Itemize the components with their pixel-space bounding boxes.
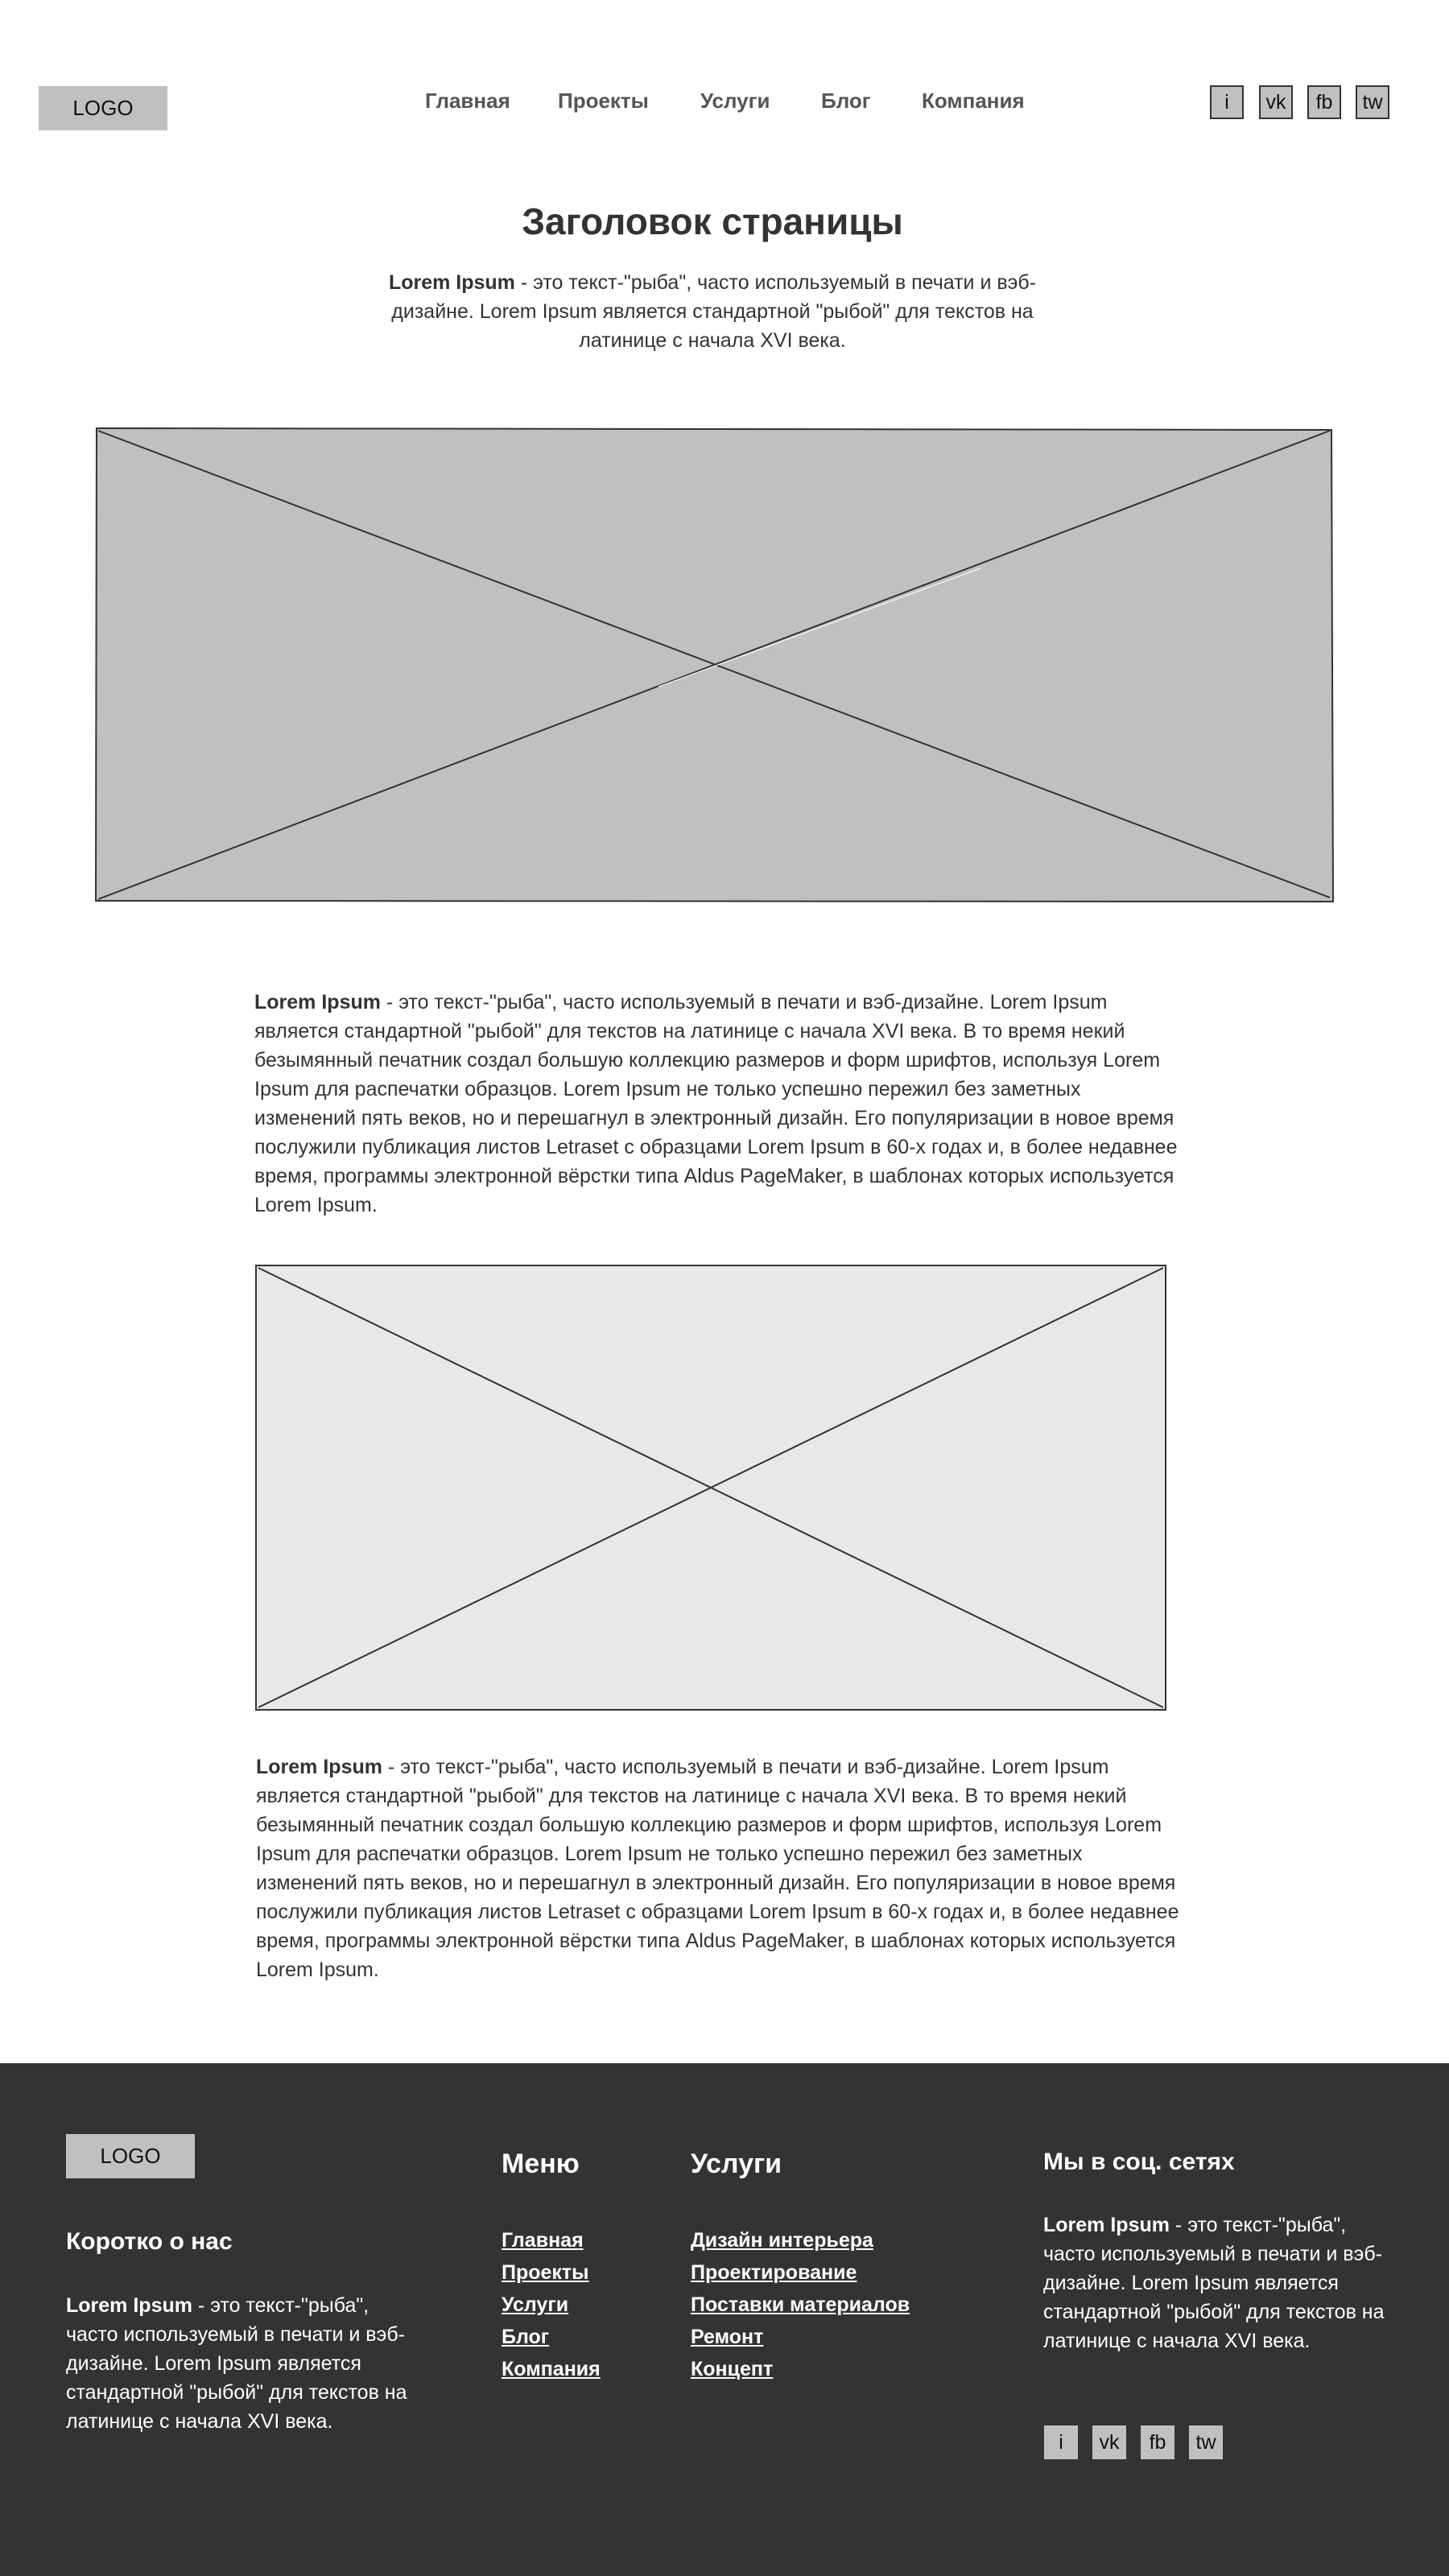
twitter-icon[interactable]: tw xyxy=(1356,85,1389,119)
about-text: Lorem Ipsum - это текст-"рыба", часто ис… xyxy=(66,2291,420,2436)
content-image-placeholder xyxy=(255,1265,1166,1711)
social-bold: Lorem Ipsum xyxy=(1043,2214,1170,2236)
para1-bold: Lorem Ipsum xyxy=(254,991,381,1013)
about-bold: Lorem Ipsum xyxy=(66,2294,192,2317)
footer-vk-icon[interactable]: vk xyxy=(1092,2425,1126,2459)
about-title: Коротко о нас xyxy=(66,2228,233,2255)
facebook-icon[interactable]: fb xyxy=(1307,85,1341,119)
footer-link-home[interactable]: Главная xyxy=(502,2229,584,2252)
intro-bold: Lorem Ipsum xyxy=(388,271,515,294)
footer-twitter-icon[interactable]: tw xyxy=(1189,2425,1223,2459)
footer-link-interior-design[interactable]: Дизайн интерьера xyxy=(691,2229,873,2252)
vk-icon[interactable]: vk xyxy=(1259,85,1293,119)
menu-title: Меню xyxy=(502,2149,580,2179)
article-paragraph-1: Lorem Ipsum - это текст-"рыба", часто ис… xyxy=(254,988,1180,1220)
footer-link-company[interactable]: Компания xyxy=(502,2358,601,2381)
footer-instagram-icon[interactable]: i xyxy=(1044,2425,1078,2459)
nav-item-home[interactable]: Главная xyxy=(425,89,510,114)
footer-link-concept[interactable]: Концепт xyxy=(691,2358,773,2381)
para2-rest: - это текст-"рыба", часто используемый в… xyxy=(256,1756,1179,1981)
social-text: Lorem Ipsum - это текст-"рыба", часто ис… xyxy=(1043,2211,1397,2355)
para1-rest: - это текст-"рыба", часто используемый в… xyxy=(254,991,1178,1216)
footer-link-repair[interactable]: Ремонт xyxy=(691,2326,763,2349)
footer-link-projects[interactable]: Проекты xyxy=(502,2261,589,2285)
intro-text: Lorem Ipsum - это текст-"рыба", часто ис… xyxy=(386,268,1038,355)
instagram-icon[interactable]: i xyxy=(1210,85,1244,119)
services-title: Услуги xyxy=(691,2149,782,2179)
nav-item-blog[interactable]: Блог xyxy=(821,89,871,114)
article-paragraph-2: Lorem Ipsum - это текст-"рыба", часто ис… xyxy=(256,1752,1182,1984)
nav-item-projects[interactable]: Проекты xyxy=(558,89,649,114)
footer-link-services[interactable]: Услуги xyxy=(502,2293,568,2317)
social-title: Мы в соц. сетях xyxy=(1043,2149,1235,2175)
footer: LOGO Коротко о нас Lorem Ipsum - это тек… xyxy=(0,2063,1449,2576)
footer-link-blog[interactable]: Блог xyxy=(502,2326,549,2349)
para2-bold: Lorem Ipsum xyxy=(256,1756,382,1778)
page-title: Заголовок страницы xyxy=(522,200,903,242)
hero-image-placeholder xyxy=(94,427,1335,903)
nav-item-company[interactable]: Компания xyxy=(922,89,1025,114)
nav-item-services[interactable]: Услуги xyxy=(700,89,770,114)
footer-link-engineering[interactable]: Проектирование xyxy=(691,2261,857,2285)
footer-link-materials[interactable]: Поставки материалов xyxy=(691,2293,910,2317)
footer-logo[interactable]: LOGO xyxy=(66,2134,195,2178)
footer-facebook-icon[interactable]: fb xyxy=(1141,2425,1174,2459)
logo[interactable]: LOGO xyxy=(39,86,167,130)
